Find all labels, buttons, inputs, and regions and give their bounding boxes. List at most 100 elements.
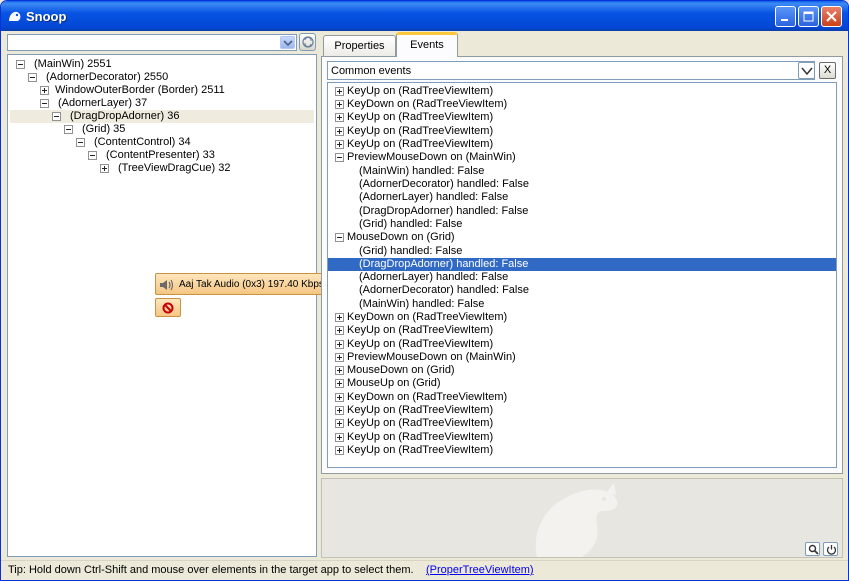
event-row[interactable]: MouseDown on (Grid) <box>328 364 836 377</box>
expand-icon[interactable] <box>335 313 344 322</box>
event-text: (DragDropAdorner) handled: False <box>359 205 529 217</box>
title-bar[interactable]: Snoop <box>1 1 848 31</box>
refresh-button[interactable] <box>299 33 316 51</box>
tree-item[interactable]: WindowOuterBorder (Border) 2511 <box>10 84 310 97</box>
collapse-icon[interactable] <box>64 125 73 134</box>
tab-events[interactable]: Events <box>396 32 458 57</box>
status-bar: Tip: Hold down Ctrl-Shift and mouse over… <box>1 560 848 580</box>
event-row[interactable]: KeyDown on (RadTreeViewItem) <box>328 98 836 111</box>
event-row[interactable]: KeyUp on (RadTreeViewItem) <box>328 404 836 417</box>
collapse-icon[interactable] <box>88 151 97 160</box>
expand-icon[interactable] <box>335 446 344 455</box>
event-row[interactable]: KeyUp on (RadTreeViewItem) <box>328 125 836 138</box>
tree-item-label: (TreeViewDragCue) 32 <box>118 162 231 174</box>
expand-icon[interactable] <box>335 353 344 362</box>
combo-dropdown-button[interactable] <box>280 36 295 49</box>
audio-stream-popup[interactable]: Aaj Tak Audio (0x3) 197.40 Kbps <box>155 273 333 295</box>
events-list[interactable]: KeyUp on (RadTreeViewItem) KeyDown on (R… <box>327 82 837 468</box>
event-row[interactable]: KeyUp on (RadTreeViewItem) <box>328 111 836 124</box>
expand-icon[interactable] <box>335 326 344 335</box>
event-filter-dropdown-button[interactable] <box>798 62 815 79</box>
expand-icon[interactable] <box>100 164 109 173</box>
event-handler-row[interactable]: (MainWin) handled: False <box>328 165 836 178</box>
event-row[interactable]: PreviewMouseDown on (MainWin) <box>328 151 836 164</box>
event-text: (MainWin) handled: False <box>359 298 485 310</box>
event-text: KeyUp on (RadTreeViewItem) <box>347 404 494 416</box>
zoom-button[interactable] <box>805 542 820 556</box>
event-text: (MainWin) handled: False <box>359 165 485 177</box>
expand-icon[interactable] <box>335 127 344 136</box>
event-handler-row[interactable]: (AdornerDecorator) handled: False <box>328 284 836 297</box>
event-text: KeyUp on (RadTreeViewItem) <box>347 85 494 97</box>
event-row[interactable]: KeyUp on (RadTreeViewItem) <box>328 431 836 444</box>
event-row[interactable]: MouseDown on (Grid) <box>328 231 836 244</box>
event-row[interactable]: KeyUp on (RadTreeViewItem) <box>328 324 836 337</box>
event-row[interactable]: PreviewMouseDown on (MainWin) <box>328 351 836 364</box>
event-text: (DragDropAdorner) handled: False <box>359 258 529 270</box>
event-row[interactable]: KeyDown on (RadTreeViewItem) <box>328 391 836 404</box>
collapse-icon[interactable] <box>335 233 344 242</box>
power-button[interactable] <box>823 542 838 556</box>
event-handler-row-selected[interactable]: (DragDropAdorner) handled: False <box>328 258 836 271</box>
tree-item-label: (MainWin) 2551 <box>34 58 112 70</box>
expand-icon[interactable] <box>335 100 344 109</box>
event-handler-row[interactable]: (MainWin) handled: False <box>328 298 836 311</box>
event-row[interactable]: KeyUp on (RadTreeViewItem) <box>328 85 836 98</box>
collapse-icon[interactable] <box>40 99 49 108</box>
stop-button[interactable] <box>155 298 181 317</box>
event-handler-row[interactable]: (Grid) handled: False <box>328 245 836 258</box>
collapse-icon[interactable] <box>28 73 37 82</box>
tree-item-label: (ContentPresenter) 33 <box>106 149 215 161</box>
minimize-button[interactable] <box>775 6 796 27</box>
tree-item[interactable]: (Grid) 35 <box>10 123 310 136</box>
selected-element-link[interactable]: (ProperTreeViewItem) <box>426 564 534 576</box>
expand-icon[interactable] <box>335 419 344 428</box>
expand-icon[interactable] <box>335 366 344 375</box>
clear-events-button[interactable]: X <box>819 62 836 79</box>
event-handler-row[interactable]: (AdornerLayer) handled: False <box>328 191 836 204</box>
expand-icon[interactable] <box>335 140 344 149</box>
expand-icon[interactable] <box>335 433 344 442</box>
event-handler-row[interactable]: (AdornerLayer) handled: False <box>328 271 836 284</box>
collapse-icon[interactable] <box>52 112 61 121</box>
event-row[interactable]: KeyUp on (RadTreeViewItem) <box>328 138 836 151</box>
element-search-combo[interactable] <box>7 34 297 51</box>
tree-item-selected[interactable]: (DragDropAdorner) 36 <box>10 110 314 123</box>
tree-item[interactable]: (TreeViewDragCue) 32 <box>10 162 310 175</box>
event-row[interactable]: MouseUp on (Grid) <box>328 377 836 390</box>
expand-icon[interactable] <box>335 406 344 415</box>
tab-properties[interactable]: Properties <box>323 35 396 57</box>
event-row[interactable]: KeyUp on (RadTreeViewItem) <box>328 444 836 457</box>
collapse-icon[interactable] <box>16 60 25 69</box>
expand-icon[interactable] <box>335 340 344 349</box>
expand-icon[interactable] <box>40 86 49 95</box>
event-text: (Grid) handled: False <box>359 245 463 257</box>
expand-icon[interactable] <box>335 393 344 402</box>
collapse-icon[interactable] <box>335 153 344 162</box>
event-handler-row[interactable]: (AdornerDecorator) handled: False <box>328 178 836 191</box>
expand-icon[interactable] <box>335 113 344 122</box>
status-tip-text: Tip: Hold down Ctrl-Shift and mouse over… <box>8 564 414 576</box>
stop-icon <box>162 302 174 314</box>
tree-item[interactable]: (MainWin) 2551 <box>10 58 310 71</box>
event-row[interactable]: KeyUp on (RadTreeViewItem) <box>328 338 836 351</box>
event-handler-row[interactable]: (DragDropAdorner) handled: False <box>328 205 836 218</box>
event-row[interactable]: KeyDown on (RadTreeViewItem) <box>328 311 836 324</box>
expand-icon[interactable] <box>335 87 344 96</box>
event-row[interactable]: KeyUp on (RadTreeViewItem) <box>328 417 836 430</box>
event-text: KeyUp on (RadTreeViewItem) <box>347 138 494 150</box>
collapse-icon[interactable] <box>76 138 85 147</box>
event-filter-combo[interactable]: Common events <box>327 61 815 80</box>
maximize-button[interactable] <box>798 6 819 27</box>
tree-item[interactable]: (AdornerLayer) 37 <box>10 97 310 110</box>
expand-icon[interactable] <box>335 379 344 388</box>
tree-item-label: (AdornerLayer) 37 <box>58 97 148 109</box>
snoop-watermark-icon <box>535 483 618 557</box>
tree-item[interactable]: (ContentPresenter) 33 <box>10 149 310 162</box>
power-icon <box>826 545 837 555</box>
event-text: KeyUp on (RadTreeViewItem) <box>347 417 494 429</box>
tree-item[interactable]: (ContentControl) 34 <box>10 136 310 149</box>
close-button[interactable] <box>821 6 842 27</box>
tree-item[interactable]: (AdornerDecorator) 2550 <box>10 71 310 84</box>
event-handler-row[interactable]: (Grid) handled: False <box>328 218 836 231</box>
